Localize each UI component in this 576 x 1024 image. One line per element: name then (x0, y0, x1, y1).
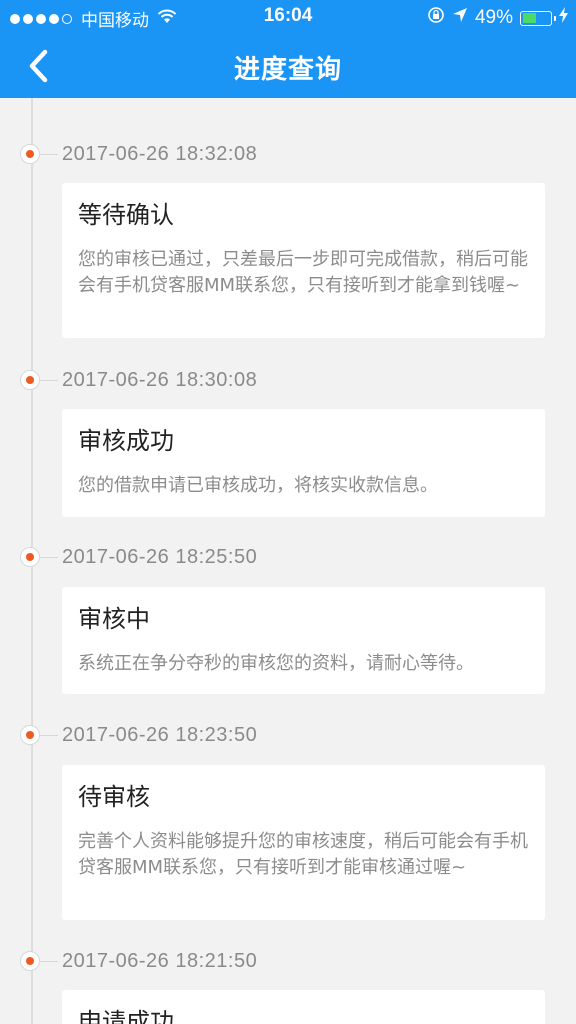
entry-timestamp: 2017-06-26 18:21:50 (62, 950, 258, 972)
battery-level (522, 13, 536, 23)
timeline-node-icon (20, 725, 40, 745)
status-card: 审核成功 您的借款申请已审核成功，将核实收款信息。 (62, 409, 545, 517)
timeline-connector (40, 154, 58, 155)
rotation-lock-icon (427, 6, 445, 30)
timeline-connector (40, 380, 58, 381)
status-title: 待审核 (78, 783, 150, 811)
status-bar: 中国移动 16:04 49% (0, 0, 576, 32)
status-title: 申请成功 (78, 1008, 174, 1024)
location-arrow-icon (452, 7, 468, 29)
entry-timestamp: 2017-06-26 18:25:50 (62, 546, 258, 568)
entry-timestamp: 2017-06-26 18:32:08 (62, 143, 258, 165)
status-title: 审核成功 (78, 427, 174, 455)
entry-timestamp: 2017-06-26 18:23:50 (62, 724, 258, 746)
charging-bolt-icon (559, 7, 568, 29)
timeline-node-icon (20, 370, 40, 390)
status-title: 审核中 (78, 605, 150, 633)
timeline-connector (40, 961, 58, 962)
status-card: 申请成功 (62, 990, 545, 1024)
battery-percent: 49% (474, 7, 513, 28)
status-description: 完善个人资料能够提升您的审核速度，稍后可能会有手机贷客服MM联系您，只有接听到才… (78, 831, 528, 878)
entry-timestamp: 2017-06-26 18:30:08 (62, 369, 258, 391)
timeline-node-icon (20, 547, 40, 567)
timeline-node-icon (20, 951, 40, 971)
navigation-bar: 进度查询 (0, 32, 576, 98)
status-card: 待审核 完善个人资料能够提升您的审核速度，稍后可能会有手机贷客服MM联系您，只有… (62, 765, 545, 920)
status-description: 您的借款申请已审核成功，将核实收款信息。 (78, 475, 438, 496)
timeline-node-icon (20, 144, 40, 164)
status-card: 审核中 系统正在争分夺秒的审核您的资料，请耐心等待。 (62, 587, 545, 694)
status-description: 系统正在争分夺秒的审核您的资料，请耐心等待。 (78, 653, 474, 674)
timeline-connector (40, 557, 58, 558)
status-indicators: 49% (427, 6, 568, 30)
battery-icon (520, 10, 556, 26)
battery-tip (553, 15, 556, 21)
status-title: 等待确认 (78, 201, 174, 229)
timeline-connector (40, 735, 58, 736)
status-card: 等待确认 您的审核已通过，只差最后一步即可完成借款，稍后可能会有手机贷客服MM联… (62, 183, 545, 338)
page-title: 进度查询 (233, 55, 342, 85)
status-description: 您的审核已通过，只差最后一步即可完成借款，稍后可能会有手机贷客服MM联系您，只有… (78, 249, 528, 296)
